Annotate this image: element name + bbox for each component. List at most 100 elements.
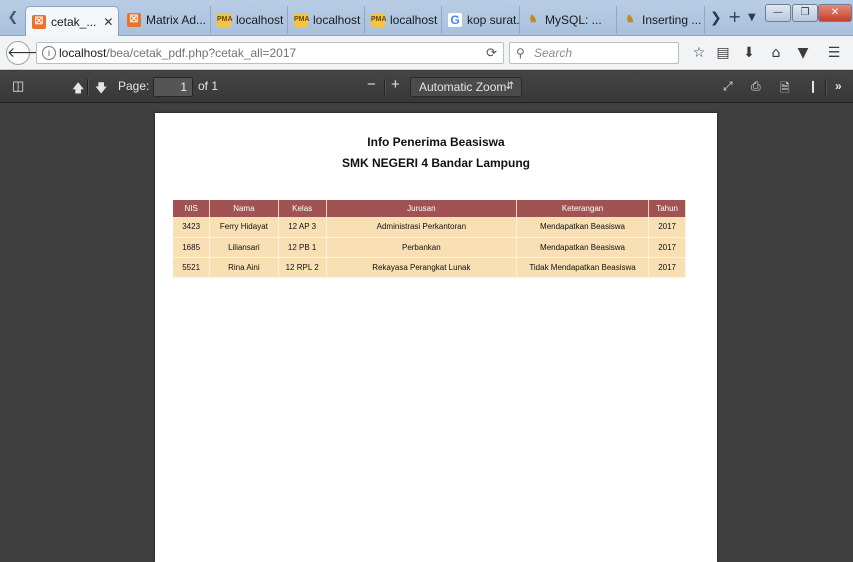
home-icon[interactable]: ⌂ <box>767 45 785 61</box>
previous-page-icon[interactable]: 🡅 <box>72 79 84 100</box>
column-header: Jurusan <box>326 200 517 217</box>
tab-inserting[interactable]: ♞ Inserting ... <box>617 6 705 34</box>
cell-tahun: 2017 <box>648 217 686 238</box>
tab-localhost-2[interactable]: PMA localhost ... <box>288 6 365 34</box>
tab-localhost-3[interactable]: PMA localhost ... <box>365 6 442 34</box>
tab-label: Matrix Ad... <box>146 13 207 27</box>
cell-kelas: 12 PB 1 <box>278 237 327 258</box>
url-host: localhost <box>59 46 107 60</box>
search-icon: ⚲ <box>516 46 525 60</box>
table-header-row: NIS Nama Kelas Jurusan Keterangan Tahun <box>173 200 686 217</box>
pma-icon: PMA <box>294 13 310 27</box>
cell-nama: Liliansari <box>209 237 279 258</box>
cell-kelas: 12 RPL 2 <box>278 257 327 278</box>
select-arrows-icon: ⇵ <box>505 81 514 92</box>
tab-kop-surat[interactable]: G kop surat... <box>442 6 520 34</box>
recipient-table: NIS Nama Kelas Jurusan Keterangan Tahun … <box>173 200 686 278</box>
tab-localhost-1[interactable]: PMA localhost ... <box>211 6 288 34</box>
x-icon: ☒ <box>127 13 141 27</box>
pma-icon: PMA <box>371 13 387 27</box>
tab-strip: ❮ ☒ cetak_... ✕ ☒ Matrix Ad... PMA local… <box>0 0 853 36</box>
mysql-icon: ♞ <box>625 14 635 25</box>
divider <box>384 79 385 95</box>
column-header: Kelas <box>278 200 327 217</box>
document-title: Info Penerima Beasiswa <box>367 135 505 149</box>
column-header: Keterangan <box>516 200 650 217</box>
mysql-icon: ♞ <box>528 14 538 25</box>
close-tab-icon[interactable]: ✕ <box>103 15 113 29</box>
zoom-out-icon[interactable]: − <box>367 76 376 93</box>
print-icon[interactable]: ⎙ <box>751 79 761 94</box>
zoom-in-icon[interactable]: + <box>391 76 400 93</box>
search-placeholder: Search <box>534 46 573 60</box>
tools-chevron-icon[interactable]: » <box>835 79 842 93</box>
cell-keterangan: Mendapatkan Beasiswa <box>516 237 650 258</box>
bookmark-icon[interactable]: ❙ <box>808 79 818 93</box>
pdf-viewer[interactable]: Info Penerima Beasiswa SMK NEGERI 4 Band… <box>0 104 853 562</box>
tab-list-icon[interactable]: ▼ <box>748 12 756 23</box>
divider <box>825 79 826 95</box>
bookmark-star-icon[interactable]: ☆ <box>690 45 708 61</box>
pdf-toolbar: ◫ 🡅 🡇 Page: 1 of 1 − + Automatic Zoom ⇵ … <box>0 71 853 103</box>
tab-cetak[interactable]: ☒ cetak_... ✕ <box>25 6 119 36</box>
tab-label: localhost ... <box>390 13 441 27</box>
tabs-scroll-left-icon[interactable]: ❮ <box>4 9 22 27</box>
column-header: Tahun <box>648 200 686 217</box>
save-icon[interactable]: 🗎 <box>780 79 790 100</box>
cell-keterangan: Mendapatkan Beasiswa <box>516 217 650 238</box>
tab-label: MySQL: ... <box>545 13 602 27</box>
google-icon: G <box>448 13 462 27</box>
page-label: Page: <box>118 79 150 93</box>
table-row: 5521 Rina Aini 12 RPL 2 Rekayasa Perangk… <box>173 257 686 278</box>
tab-label: Inserting ... <box>642 13 702 27</box>
pdf-page: Info Penerima Beasiswa SMK NEGERI 4 Band… <box>155 113 717 562</box>
reading-list-icon[interactable]: ▤ <box>714 45 732 61</box>
divider <box>87 79 88 95</box>
cell-kelas: 12 AP 3 <box>278 217 327 238</box>
x-icon: ☒ <box>32 14 46 29</box>
download-icon[interactable]: ⬇ <box>740 45 758 61</box>
url-path: /bea/cetak_pdf.php?cetak_all=2017 <box>106 46 297 60</box>
new-tab-icon[interactable]: + <box>728 7 741 26</box>
tabs-scroll-right-icon[interactable]: ❯ <box>710 10 722 26</box>
cell-jurusan: Perbankan <box>326 237 517 258</box>
back-arrow-icon[interactable]: 🡐 <box>6 41 45 65</box>
cell-keterangan: Tidak Mendapatkan Beasiswa <box>516 257 650 278</box>
cell-jurusan: Administrasi Perkantoran <box>326 217 517 238</box>
cell-nama: Ferry Hidayat <box>209 217 279 238</box>
zoom-select[interactable]: Automatic Zoom ⇵ <box>410 77 522 97</box>
next-page-icon[interactable]: 🡇 <box>95 79 107 100</box>
cell-nis: 1685 <box>173 237 211 258</box>
minimize-icon[interactable]: — <box>765 4 791 22</box>
tab-label: kop surat... <box>467 13 520 27</box>
cell-nis: 5521 <box>173 257 211 278</box>
table-row: 3423 Ferry Hidayat 12 AP 3 Administrasi … <box>173 217 686 238</box>
cell-nama: Rina Aini <box>209 257 279 278</box>
tab-label: localhost ... <box>236 13 287 27</box>
page-count: of 1 <box>198 79 219 93</box>
close-window-icon[interactable]: ✕ <box>818 4 852 22</box>
cell-nis: 3423 <box>173 217 211 238</box>
page-number-input[interactable]: 1 <box>153 77 193 97</box>
info-icon[interactable]: i <box>42 46 56 60</box>
pma-icon: PMA <box>217 13 233 27</box>
presentation-mode-icon[interactable]: ⤢ <box>723 79 733 94</box>
nav-bar: 🡐 i localhost/bea/cetak_pdf.php?cetak_al… <box>0 36 853 70</box>
tab-label: localhost ... <box>313 13 364 27</box>
cell-tahun: 2017 <box>648 257 686 278</box>
tab-label: cetak_... <box>51 14 97 29</box>
column-header: NIS <box>173 200 211 217</box>
menu-icon[interactable]: ☰ <box>825 45 843 61</box>
tab-mysql[interactable]: ♞ MySQL: ... <box>520 6 617 34</box>
sidebar-toggle-icon[interactable]: ◫ <box>12 78 24 94</box>
reload-icon[interactable]: ⟳ <box>486 43 497 63</box>
zoom-value: Automatic Zoom <box>419 80 507 94</box>
cell-jurusan: Rekayasa Perangkat Lunak <box>326 257 517 278</box>
column-header: Nama <box>209 200 279 217</box>
pocket-icon[interactable]: ▼ <box>794 45 812 61</box>
url-bar[interactable]: i localhost/bea/cetak_pdf.php?cetak_all=… <box>36 42 504 64</box>
tab-matrix[interactable]: ☒ Matrix Ad... <box>121 6 211 34</box>
search-input[interactable]: ⚲ Search <box>509 42 679 64</box>
table-row: 1685 Liliansari 12 PB 1 Perbankan Mendap… <box>173 237 686 258</box>
restore-icon[interactable]: ❐ <box>792 4 818 22</box>
